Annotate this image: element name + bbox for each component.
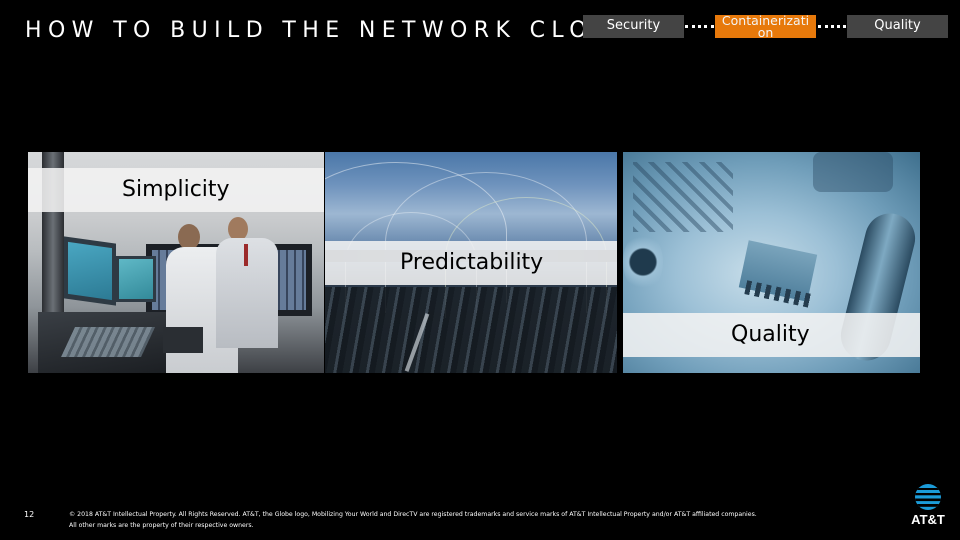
step-connector: [818, 25, 846, 28]
step-connector: [685, 25, 714, 28]
image-panel-simplicity: Simplicity: [28, 152, 324, 373]
att-logo: AT&T: [905, 480, 951, 530]
image-panel-quality: Quality: [623, 152, 920, 373]
panel-caption-band: Simplicity: [28, 168, 324, 212]
panel-caption-band: Predictability: [325, 241, 617, 285]
step-quality[interactable]: Quality: [847, 15, 948, 38]
page-number: 12: [24, 510, 35, 519]
step-containerization[interactable]: Containerizati on: [715, 15, 816, 38]
att-globe-icon: [915, 484, 941, 510]
att-logo-text: AT&T: [911, 512, 945, 527]
step-security[interactable]: Security: [583, 15, 684, 38]
slide-title: HOW TO BUILD THE NETWORK CLOUD: [25, 18, 639, 43]
panel-caption: Simplicity: [122, 177, 230, 202]
legal-line: © 2018 AT&T Intellectual Property. All R…: [69, 511, 757, 518]
panel-caption: Quality: [731, 322, 810, 347]
panel-caption-band: Quality: [623, 313, 920, 357]
image-panel-predictability: Predictability: [325, 152, 617, 373]
panel-caption: Predictability: [400, 250, 544, 275]
legal-notice: © 2018 AT&T Intellectual Property. All R…: [69, 509, 899, 531]
legal-line: All other marks are the property of thei…: [69, 522, 254, 529]
